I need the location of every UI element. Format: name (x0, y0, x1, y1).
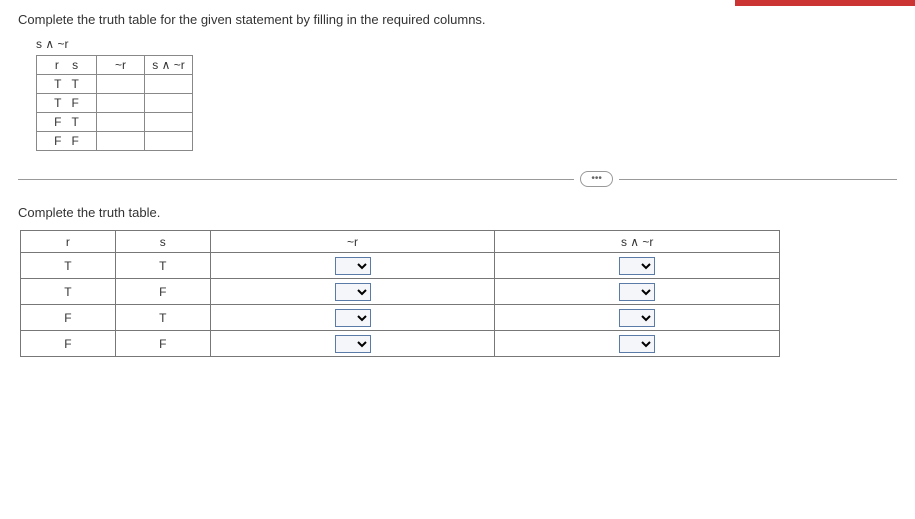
cell-s: F (115, 331, 210, 357)
cell-notr (97, 94, 145, 113)
cell-r: F (21, 331, 116, 357)
notr-dropdown[interactable] (335, 335, 371, 353)
cell-r: F (54, 115, 61, 129)
cell-s: T (115, 305, 210, 331)
table-row: T T (37, 75, 193, 94)
cell-notr-input (210, 253, 495, 279)
ellipsis-button[interactable]: ••• (580, 171, 613, 187)
table-row: F T (37, 113, 193, 132)
cell-r: T (54, 96, 61, 110)
cell-notr (97, 132, 145, 151)
cell-s: F (72, 134, 79, 148)
header-sandnotr: s ∧ ~r (495, 231, 780, 253)
cell-sandnotr (145, 94, 193, 113)
answer-table: r s ~r s ∧ ~r T T T F F T F F (20, 230, 780, 357)
cell-sandnotr (145, 113, 193, 132)
cell-s: F (72, 96, 79, 110)
cell-notr (97, 113, 145, 132)
header-notr: ~r (97, 56, 145, 75)
notr-dropdown[interactable] (335, 283, 371, 301)
header-r: r (21, 231, 116, 253)
table-row: F F (21, 331, 780, 357)
header-sandnotr: s ∧ ~r (145, 56, 193, 75)
table-row: T F (37, 94, 193, 113)
expression-text: s ∧ ~r (36, 37, 897, 51)
header-rs: r s (37, 56, 97, 75)
accent-bar (735, 0, 915, 6)
table-row: F T (21, 305, 780, 331)
cell-notr-input (210, 331, 495, 357)
cell-sandnotr-input (495, 253, 780, 279)
cell-s: T (72, 77, 79, 91)
cell-r: T (21, 253, 116, 279)
cell-sandnotr (145, 132, 193, 151)
header-notr: ~r (210, 231, 495, 253)
reference-table: r s ~r s ∧ ~r T T T F F T F F (36, 55, 193, 151)
divider-line (18, 179, 574, 180)
cell-sandnotr-input (495, 279, 780, 305)
cell-sandnotr-input (495, 305, 780, 331)
divider-line (619, 179, 897, 180)
header-s: s (72, 58, 78, 72)
cell-r: T (21, 279, 116, 305)
cell-r: F (21, 305, 116, 331)
sub-instruction-text: Complete the truth table. (18, 205, 897, 220)
cell-s: T (72, 115, 79, 129)
table-row: F F (37, 132, 193, 151)
sandnotr-dropdown[interactable] (619, 335, 655, 353)
content-area: Complete the truth table for the given s… (0, 0, 915, 369)
cell-s: T (115, 253, 210, 279)
table-row: T T (21, 253, 780, 279)
header-s: s (115, 231, 210, 253)
sandnotr-dropdown[interactable] (619, 257, 655, 275)
cell-s: F (115, 279, 210, 305)
cell-r: F (54, 134, 61, 148)
sandnotr-dropdown[interactable] (619, 309, 655, 327)
divider: ••• (18, 171, 897, 187)
cell-sandnotr (145, 75, 193, 94)
cell-notr-input (210, 279, 495, 305)
cell-notr (97, 75, 145, 94)
instruction-text: Complete the truth table for the given s… (18, 12, 897, 27)
cell-r: T (54, 77, 61, 91)
sandnotr-dropdown[interactable] (619, 283, 655, 301)
cell-sandnotr-input (495, 331, 780, 357)
notr-dropdown[interactable] (335, 257, 371, 275)
table-row: T F (21, 279, 780, 305)
header-r: r (55, 58, 59, 72)
cell-notr-input (210, 305, 495, 331)
notr-dropdown[interactable] (335, 309, 371, 327)
